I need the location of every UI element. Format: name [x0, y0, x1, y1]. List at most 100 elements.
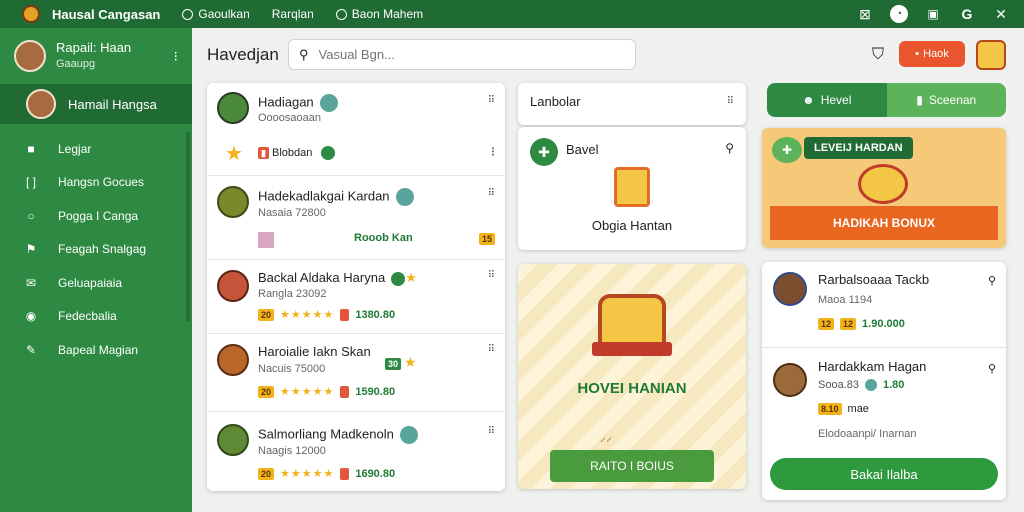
emblem-icon[interactable] [976, 40, 1006, 70]
drag-handle-icon[interactable]: ⠿ [488, 95, 495, 106]
sidebar-item-6[interactable]: ◉ Fedecbalia [0, 300, 192, 334]
clock-icon[interactable]: ◔ [890, 5, 908, 23]
list-item[interactable]: Hadekadlakgai Kardan Nasaia 72800 ⠿ Rooo… [207, 176, 505, 260]
cta-button[interactable]: Bakai Ilalba [770, 458, 998, 490]
item-extra: Rooob Kan [354, 232, 413, 244]
star-icon: ★ [404, 354, 417, 370]
badge-icon[interactable]: ⛉ [866, 43, 890, 67]
check-icon [395, 188, 414, 206]
sidebar-item-label: Hamail Hangsa [68, 96, 157, 112]
user-subtitle: Maoa 1194 [818, 294, 873, 306]
character-icon [217, 270, 249, 302]
character-icon [217, 186, 249, 218]
plus-icon[interactable]: ✚ [530, 138, 558, 166]
divider [762, 347, 1006, 348]
list-item[interactable]: Haroialie Iakn Skan 30 ★ Nacuis 75000 ⠿ … [207, 334, 505, 412]
app-title: Hausal Cangasan [52, 6, 161, 22]
circle-icon [182, 8, 194, 20]
sidebar-item-active[interactable]: Hamail Hangsa [0, 84, 192, 124]
price-tag-icon [340, 467, 350, 480]
nav-link-3[interactable]: Baon Mahem [335, 7, 423, 21]
item-meta: 20 ★★★★★ 1690.80 [258, 467, 395, 480]
nav-link-2[interactable]: Rarqlan [272, 7, 314, 21]
square-icon: ■ [27, 141, 35, 156]
gamepad-icon: ✚ [772, 137, 802, 163]
check-icon [319, 94, 338, 112]
drag-handle-icon[interactable]: ⠿ [488, 426, 495, 437]
star-icon: ★ [405, 270, 417, 285]
segmented-control: ☻ Hevel ▮ Sceenan [767, 83, 1006, 117]
sidebar-item-7[interactable]: ✎ Bapeal Magian [0, 333, 192, 367]
save-icon[interactable]: ▣ [924, 5, 942, 23]
profile[interactable]: Rapail: Haan Gaaupg ⁝ [0, 28, 192, 84]
item-extra: ▮ Blobdan [258, 146, 336, 160]
tab-screen[interactable]: ▮ Sceenan [886, 83, 1006, 117]
user-name: Hardakkam Hagan [818, 359, 927, 374]
bag-icon: ▪ [915, 48, 920, 60]
sidebar-item-4[interactable]: ⚑ Feagah Snalgag [0, 233, 192, 267]
drag-handle-icon[interactable]: ⠿ [488, 344, 495, 355]
google-icon[interactable]: G [958, 5, 976, 23]
sidebar-item-5[interactable]: ✉ Geluapaiaia [0, 266, 192, 300]
flag-icon: ⚑ [25, 242, 37, 257]
drag-handle-icon[interactable]: ⠿ [488, 270, 495, 281]
bonus-banner[interactable]: HADIKAH BONUX [770, 206, 998, 240]
user-meta: 8.10 mae [818, 403, 869, 415]
more-icon[interactable]: ⁝ [491, 144, 495, 160]
promo-button[interactable]: RAITO I BOIUS [550, 450, 714, 482]
list-item[interactable]: Hadiagan Oooosaoaan ⠿ ★ ▮ Blobdan ⁝ [207, 83, 505, 176]
item-badge: 15 [478, 233, 495, 245]
header-button[interactable]: ▪ Haok [899, 41, 965, 67]
item-title: Hadekadlakgai Kardan [258, 188, 414, 206]
search-box[interactable]: ⚲ [288, 39, 636, 70]
pin-icon[interactable]: ⚲ [988, 362, 996, 375]
sidebar-item-1[interactable]: ■ Legjar [0, 132, 192, 166]
list-item[interactable]: Salmorliang Madkenoln Naagis 12000 ⠿ 20 ★… [207, 412, 505, 491]
sidebar-scrollbar[interactable] [186, 132, 190, 322]
user-name: Rarbalsoaaa Tackb [818, 272, 930, 287]
list-item[interactable]: Backal Aldaka Haryna ★ Rangla 23092 ⠿ 20 ★… [207, 260, 505, 334]
pen-icon: ✎ [25, 342, 37, 357]
user-meta: 12 12 1.90.000 [818, 318, 905, 330]
circle-icon [335, 8, 347, 20]
sidebar-menu: ■ Legjar [ ] Hangsn Gocues ○ Pogga I Canga … [0, 132, 192, 367]
pin-icon[interactable]: ⚲ [725, 141, 734, 155]
price-tag-icon [340, 385, 350, 398]
drag-handle-icon[interactable]: ⠿ [488, 188, 495, 199]
promo-title: HOVEI HANIAN [577, 380, 687, 397]
mail-icon: ✉ [25, 275, 37, 290]
close-icon[interactable]: ✕ [992, 5, 1010, 23]
rating-stars: ★★★★★ [280, 468, 335, 480]
search-input[interactable] [318, 47, 599, 62]
drag-handle-icon[interactable]: ⠿ [727, 96, 734, 107]
item-subtitle: Nacuis 75000 [258, 363, 326, 375]
check-icon [399, 426, 418, 444]
action-caption: Obgia Hantan [591, 218, 673, 233]
tab-level[interactable]: ☻ Hevel [767, 83, 887, 117]
window-icon[interactable]: ⊠ [856, 5, 874, 23]
sidebar-item-3[interactable]: ○ Pogga I Canga [0, 199, 192, 233]
check-icon [391, 271, 406, 286]
character-icon [217, 92, 249, 124]
circle-icon: ○ [27, 208, 35, 223]
pin-icon[interactable]: ⚲ [988, 274, 996, 287]
bonus-card: ✚ LEVEIJ HARDAN HADIKAH BONUX [762, 128, 1006, 248]
promo-card: HOVEI HANIAN ⸝⸝ RAITO I BOIUS [518, 264, 746, 489]
middle-header-card[interactable]: Lanbolar ⠿ [518, 83, 746, 125]
item-subtitle: Rangla 23092 [258, 288, 327, 300]
avatar [26, 89, 56, 119]
character-icon [217, 344, 249, 376]
document-icon [614, 167, 650, 207]
nav-link-1[interactable]: Gaoulkan [182, 7, 250, 21]
ribbon-icon [592, 342, 672, 356]
action-card[interactable]: ✚ Bavel ⚲ Obgia Hantan [518, 127, 746, 250]
logo-icon [22, 5, 40, 23]
item-subtitle: Nasaia 72800 [258, 207, 326, 219]
search-icon: ⚲ [299, 46, 309, 62]
sidebar-item-2[interactable]: [ ] Hangsn Gocues [0, 166, 192, 200]
color-swatch [258, 232, 274, 248]
treasure-emblem-icon [858, 164, 908, 204]
rating-stars: ★★★★★ [280, 386, 335, 398]
more-icon[interactable]: ⁝ [174, 48, 178, 65]
price-tag-icon [340, 308, 350, 321]
